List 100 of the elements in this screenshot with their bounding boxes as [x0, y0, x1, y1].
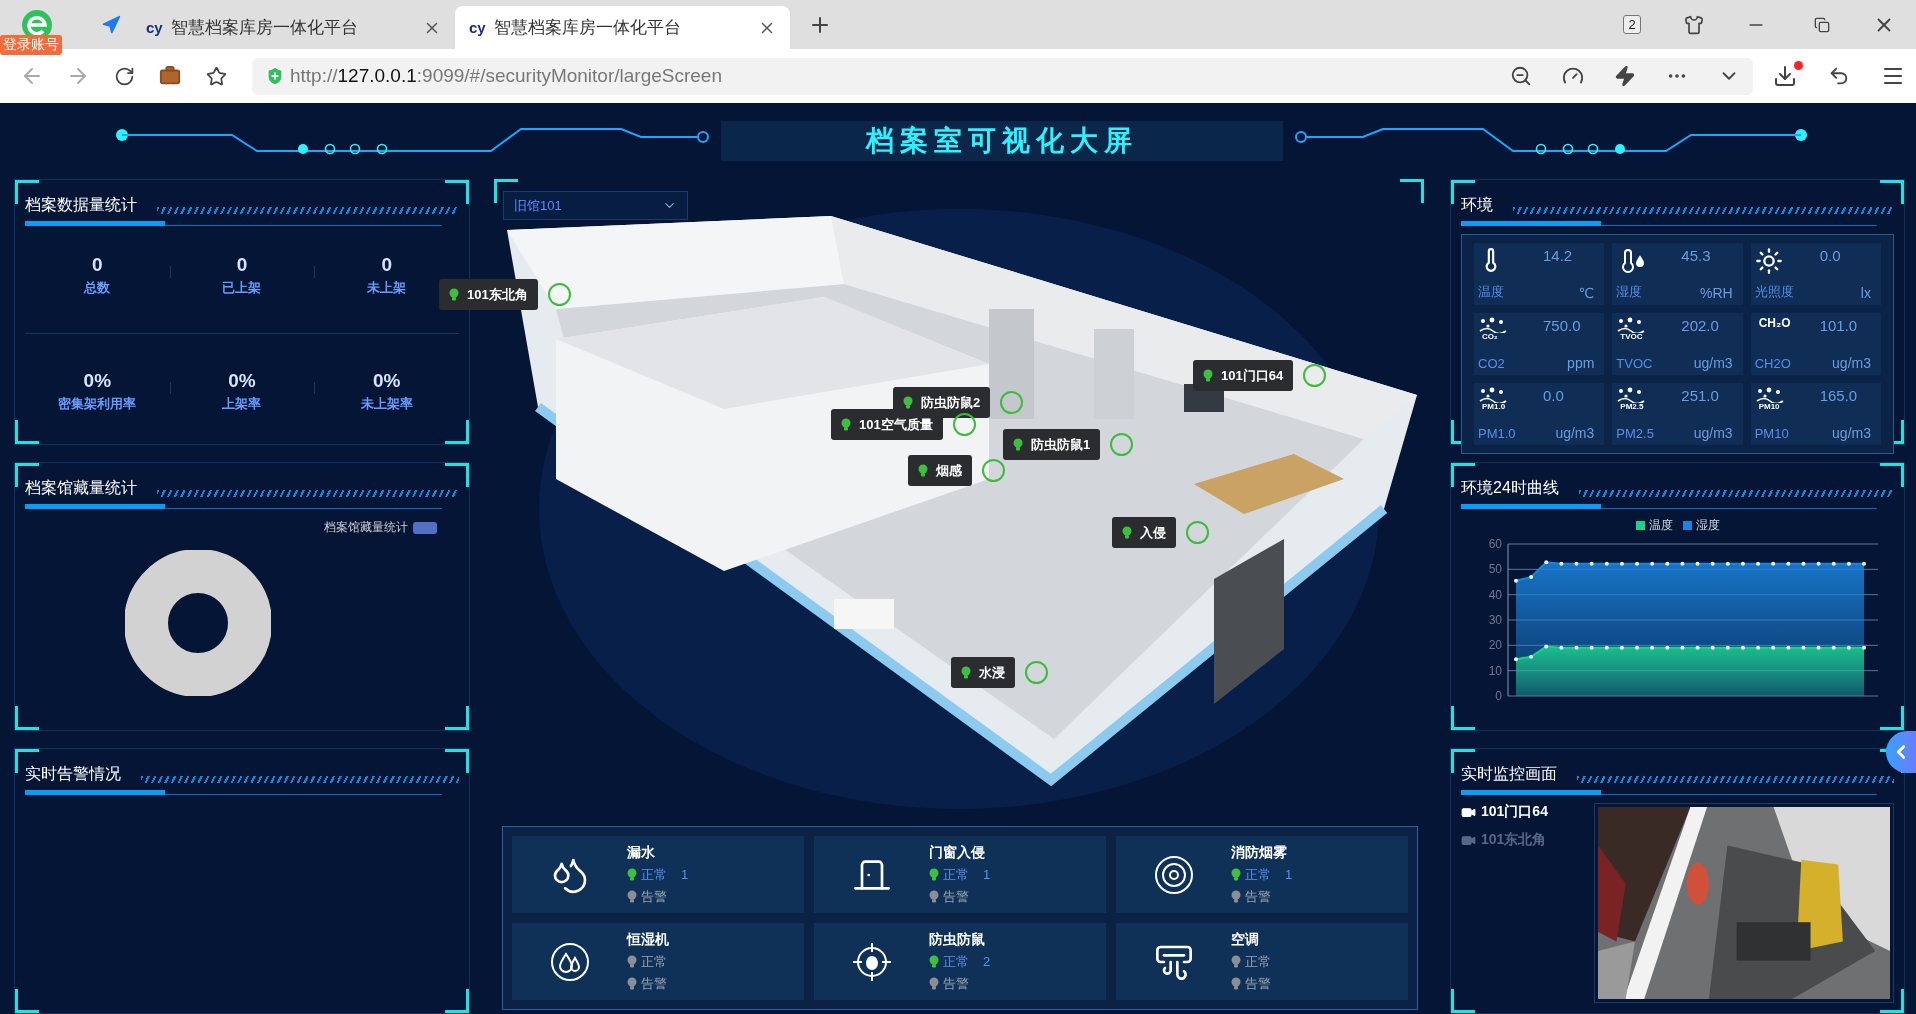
- panel-title: 环境24时曲线: [1461, 478, 1559, 498]
- marker-label[interactable]: 101空气质量: [831, 409, 943, 440]
- data-point: [1679, 561, 1684, 566]
- data-point: [1816, 645, 1821, 650]
- screen-title: 档案室可视化大屏: [721, 121, 1283, 161]
- tab-title: 智慧档案库房一体化平台: [170, 17, 359, 39]
- stat-value: 0: [92, 254, 103, 276]
- sensor-value: 165.0: [1819, 387, 1859, 404]
- bulb-icon: [449, 288, 459, 301]
- data-point: [1528, 654, 1533, 659]
- data-point: [1634, 645, 1639, 650]
- status-label: 正常: [943, 952, 969, 971]
- address-field[interactable]: http://127.0.0.1:9099/#/securityMonitor/largeScreen: [252, 57, 1753, 95]
- panel-title: 档案馆藏量统计: [25, 478, 137, 498]
- sensor-label: 湿度: [1616, 283, 1644, 301]
- icon-caption: CO₂: [1482, 333, 1498, 341]
- axis-tick-label: 50: [1488, 562, 1502, 577]
- axis-tick-label: 40: [1488, 587, 1502, 602]
- marker-label[interactable]: 101东北角: [439, 279, 538, 310]
- tab-count-button[interactable]: 2: [1612, 6, 1652, 43]
- smoke-detector-icon: [1153, 854, 1194, 895]
- status-label: 告警: [943, 887, 969, 906]
- axis-tick-label: 60: [1488, 537, 1502, 551]
- data-point: [1513, 657, 1518, 662]
- status-count: 1: [681, 867, 689, 882]
- location-ring-icon: [1110, 433, 1134, 456]
- data-point: [1619, 561, 1624, 566]
- sensor-value: 101.0: [1819, 317, 1859, 334]
- sensor-label: 温度: [1478, 283, 1505, 301]
- sensor-label: TVOC: [1616, 356, 1654, 371]
- stat-label: 密集架利用率: [58, 395, 137, 413]
- bulb-icon: [1013, 438, 1023, 451]
- room-select[interactable]: 旧馆101: [503, 191, 688, 220]
- sensor-unit: %RH: [1700, 285, 1733, 301]
- sensor-label: CO2: [1478, 356, 1506, 371]
- status-label: 正常: [641, 952, 667, 971]
- browser-tab[interactable]: cy 智慧档案库房一体化平台: [455, 6, 790, 49]
- data-point: [1740, 561, 1745, 566]
- data-point: [1785, 561, 1790, 566]
- sensor-label: PM10: [1754, 426, 1790, 441]
- sensor-label: 光照度: [1754, 283, 1795, 301]
- data-point: [1695, 645, 1700, 650]
- panel-title: 实时告警情况: [25, 764, 121, 784]
- camera-item[interactable]: 101门口64: [1461, 803, 1586, 821]
- location-ring-icon: [1303, 364, 1327, 387]
- device-name: 防虫防鼠: [929, 930, 986, 949]
- tab-title: 智慧档案库房一体化平台: [493, 17, 682, 39]
- particles-icon: [1478, 317, 1508, 333]
- data-point: [1846, 645, 1851, 650]
- marker-label[interactable]: 入侵: [1112, 517, 1176, 548]
- data-point: [1755, 645, 1760, 650]
- status-label: 正常: [1245, 952, 1271, 971]
- tab-count: 2: [1623, 15, 1641, 34]
- data-point: [1619, 645, 1624, 650]
- shield-icon: [264, 65, 286, 87]
- sensor-label: PM2.5: [1616, 426, 1655, 441]
- status-label: 告警: [943, 974, 969, 993]
- marker-label[interactable]: 水浸: [951, 657, 1015, 688]
- panel-title: 环境: [1461, 195, 1493, 215]
- legend-label: 档案馆藏量统计: [324, 519, 408, 536]
- data-point: [1710, 645, 1715, 650]
- data-point: [1574, 645, 1578, 650]
- data-point: [1831, 561, 1836, 566]
- sensor-unit: ug/m3: [1693, 425, 1733, 441]
- data-point: [1589, 561, 1594, 566]
- humidity-icon: [549, 941, 590, 982]
- icon-caption: PM1.0: [1482, 403, 1506, 411]
- data-point: [1725, 645, 1730, 650]
- location-ring-icon: [547, 283, 571, 306]
- data-point: [1558, 645, 1563, 650]
- data-point: [1861, 645, 1866, 650]
- data-point: [1770, 561, 1775, 566]
- browser-tab[interactable]: cy 智慧档案库房一体化平台: [132, 6, 455, 49]
- status-label: 告警: [641, 887, 667, 906]
- axis-tick-label: 20: [1488, 638, 1502, 653]
- marker-label[interactable]: 烟感: [908, 455, 972, 486]
- location-ring-icon: [982, 459, 1005, 482]
- data-point: [1831, 645, 1836, 650]
- status-label: 告警: [1245, 887, 1271, 906]
- bulb-icon: [903, 396, 913, 409]
- collapse-button[interactable]: [1886, 731, 1916, 773]
- stat-value: 0%: [83, 370, 112, 392]
- data-point: [1725, 561, 1730, 566]
- favicon-logo: cy: [146, 19, 163, 36]
- url-text: http://127.0.0.1:9099/#/securityMonitor/largeScreen: [290, 65, 723, 87]
- data-point: [1604, 561, 1609, 566]
- sensor-unit: ppm: [1567, 355, 1595, 371]
- status-label: 正常: [641, 865, 667, 884]
- status-count: 1: [983, 867, 991, 882]
- marker-label[interactable]: 101门口64: [1193, 360, 1294, 391]
- sun-icon: [1754, 247, 1783, 275]
- data-point: [1664, 645, 1669, 650]
- device-name: 漏水: [627, 843, 656, 862]
- data-point: [1679, 645, 1684, 650]
- marker-label[interactable]: 防虫防鼠1: [1003, 429, 1101, 460]
- data-point: [1816, 561, 1821, 566]
- data-point: [1846, 561, 1851, 566]
- status-label: 告警: [641, 974, 667, 993]
- stat-value: 0%: [372, 370, 401, 392]
- sensor-value: 750.0: [1543, 317, 1582, 334]
